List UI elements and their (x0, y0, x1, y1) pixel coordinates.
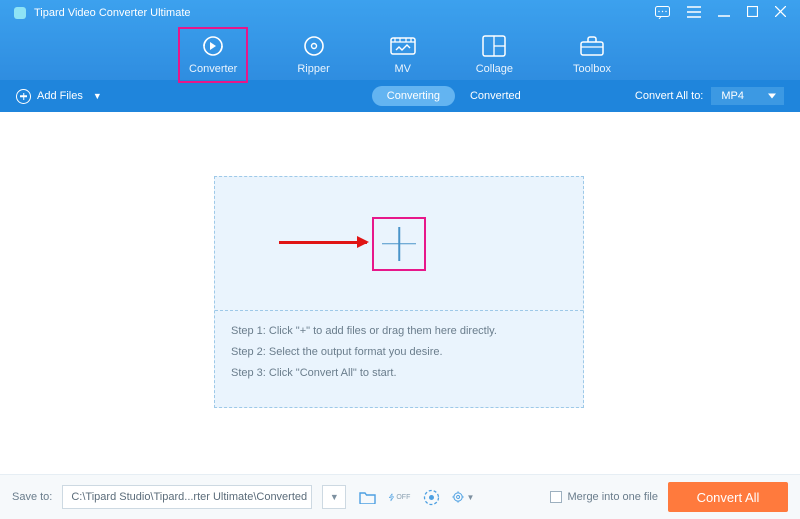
output-path-value: C:\Tipard Studio\Tipard...rter Ultimate\… (71, 491, 307, 503)
annotation-arrow-icon (279, 241, 367, 244)
settings-button[interactable]: ▼ (452, 486, 474, 508)
app-logo-icon (14, 7, 26, 19)
chevron-down-icon: ▼ (330, 492, 339, 502)
collage-icon (481, 33, 507, 59)
tab-label: Toolbox (573, 63, 611, 75)
maximize-icon[interactable] (747, 6, 758, 19)
chevron-down-icon: ▼ (93, 91, 102, 101)
high-speed-button[interactable] (420, 486, 442, 508)
close-icon[interactable] (775, 6, 786, 19)
format-select[interactable]: MP4 (711, 87, 784, 105)
merge-label: Merge into one file (568, 491, 659, 503)
add-files-plus-button[interactable] (372, 217, 426, 271)
open-folder-button[interactable] (356, 486, 378, 508)
tab-collage[interactable]: Collage (465, 27, 524, 83)
tab-mv[interactable]: MV (379, 27, 427, 83)
minimize-icon[interactable] (718, 6, 730, 19)
convert-all-button[interactable]: Convert All (668, 482, 788, 512)
convert-all-to-label: Convert All to: (635, 90, 703, 102)
tab-toolbox[interactable]: Toolbox (562, 27, 622, 83)
step-3: Step 3: Click "Convert All" to start. (231, 363, 567, 384)
instructions: Step 1: Click "+" to add files or drag t… (215, 311, 583, 394)
seg-converting[interactable]: Converting (372, 86, 455, 106)
menu-icon[interactable] (687, 6, 701, 19)
save-to-label: Save to: (12, 491, 52, 503)
drop-zone[interactable]: Step 1: Click "+" to add files or drag t… (214, 176, 584, 408)
bottom-bar: Save to: C:\Tipard Studio\Tipard...rter … (0, 474, 800, 519)
path-dropdown-button[interactable]: ▼ (322, 485, 346, 509)
app-title: Tipard Video Converter Ultimate (34, 7, 191, 19)
mv-icon (390, 33, 416, 59)
add-files-button[interactable]: Add Files ▼ (16, 89, 102, 104)
converter-icon (200, 33, 226, 59)
plus-circle-icon (16, 89, 31, 104)
merge-checkbox[interactable]: Merge into one file (550, 491, 659, 503)
feedback-icon[interactable] (655, 6, 670, 19)
add-files-label: Add Files (37, 90, 83, 102)
tab-label: MV (394, 63, 411, 75)
format-value: MP4 (721, 90, 744, 102)
tab-label: Converter (189, 63, 237, 75)
step-1: Step 1: Click "+" to add files or drag t… (231, 321, 567, 342)
convert-all-to: Convert All to: MP4 (635, 87, 784, 105)
drop-zone-upper (215, 177, 583, 311)
chevron-down-icon: ▼ (466, 493, 474, 502)
seg-converted[interactable]: Converted (455, 86, 536, 106)
workspace: Step 1: Click "+" to add files or drag t… (0, 112, 800, 474)
window-controls (655, 6, 786, 19)
step-2: Step 2: Select the output format you des… (231, 342, 567, 363)
main-tabs: Converter Ripper MV Collage Toolbox (0, 27, 800, 83)
ripper-icon (301, 33, 327, 59)
tab-ripper[interactable]: Ripper (286, 27, 340, 83)
status-segment: Converting Converted (372, 86, 536, 106)
titlebar: Tipard Video Converter Ultimate Con (0, 0, 800, 80)
tab-converter[interactable]: Converter (178, 27, 248, 83)
convert-all-label: Convert All (697, 490, 760, 505)
tab-label: Ripper (297, 63, 329, 75)
output-path-field[interactable]: C:\Tipard Studio\Tipard...rter Ultimate\… (62, 485, 312, 509)
hardware-accel-button[interactable]: OFF (388, 486, 410, 508)
subbar: Add Files ▼ Converting Converted Convert… (0, 80, 800, 112)
checkbox-icon (550, 491, 562, 503)
toolbox-icon (579, 33, 605, 59)
hw-status: OFF (396, 494, 410, 501)
plus-icon (382, 227, 416, 261)
tab-label: Collage (476, 63, 513, 75)
